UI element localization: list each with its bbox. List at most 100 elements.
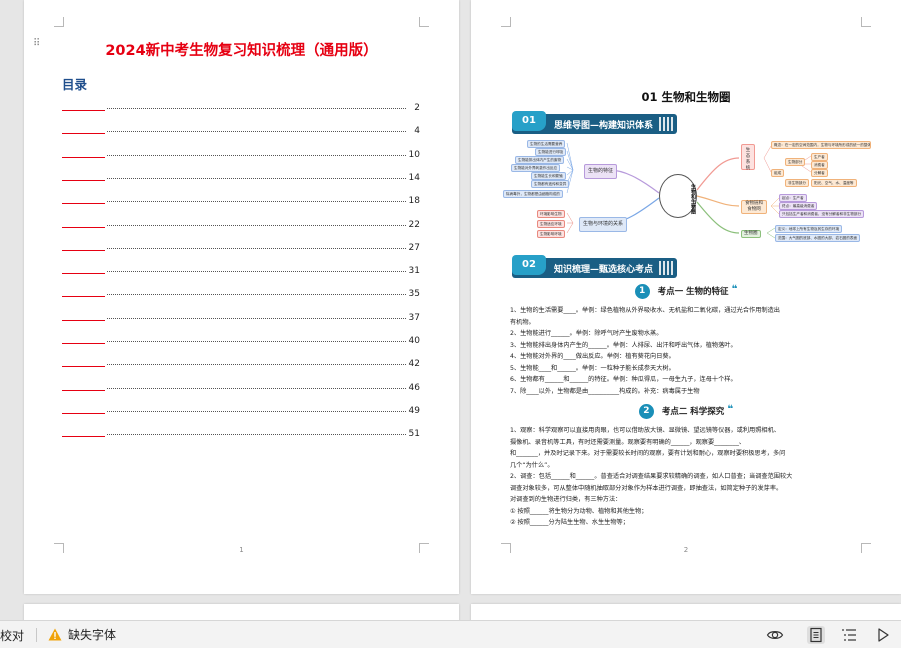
toc-entry[interactable]: 27: [62, 239, 420, 253]
body-text-line: 对调查到的生物进行归类，有三种方法：: [510, 496, 622, 503]
banner-stripes: [659, 117, 673, 131]
toc-entry[interactable]: 31: [62, 262, 420, 277]
document-page-1: ⠿ 2024新中考生物复习知识梳理（通用版） 目录 2 4 10 14 18 22 27 31…: [24, 0, 459, 594]
toc-entry-underline: [62, 366, 105, 368]
key-point-heading-2: 2 考点二 科学探究 ❝: [471, 404, 901, 419]
toc-leader-dots: [107, 387, 406, 389]
body-text-line: ① 按照______将生物分为动物、植物和其他生物；: [510, 507, 648, 515]
toc-entry-underline: [62, 319, 105, 321]
key-point-number: 1: [634, 284, 650, 299]
toc-entry[interactable]: 2: [62, 99, 420, 113]
toc-entry[interactable]: 40: [62, 332, 420, 346]
body-text-line: 6、生物都有______和______的特征。举例：种瓜得瓜，一母生九子，连母十…: [510, 376, 737, 383]
mind-map-node: 食物链和食物网: [741, 200, 767, 214]
mind-map-node: 只包括生产者和消费者，没有分解者和非生物部分: [779, 210, 865, 218]
mind-map-node: 分解者: [811, 169, 828, 177]
toc-page-number: 51: [408, 429, 420, 440]
toc-page-number: 35: [408, 289, 420, 300]
toc-entry[interactable]: 14: [62, 169, 420, 183]
toc-entry-underline: [62, 436, 105, 438]
body-text-line: 7、除____以外，生物都是由__________构成的。补充：病毒属于生物: [510, 387, 700, 395]
body-text-line: 和_______，并及时记录下来。对于需要较长时间的观察，要有计划和耐心，观察时…: [510, 450, 786, 457]
toc-leader-dots: [107, 108, 406, 109]
toc-entry[interactable]: 35: [62, 285, 420, 300]
crop-mark: [501, 17, 511, 27]
crop-mark: [54, 17, 64, 27]
mind-map-node: 生物的生活需要营养: [527, 140, 566, 148]
toc-leader-dots: [107, 271, 406, 273]
toc-entry[interactable]: 42: [62, 355, 420, 370]
body-text-line: 有机物。: [510, 318, 535, 326]
key-point-title: 考点二 科学探究: [661, 407, 725, 417]
mind-map-node: 生物能对外界刺激作出反应: [511, 164, 561, 172]
toc-entry[interactable]: 49: [62, 402, 420, 416]
toc-entry[interactable]: 22: [62, 216, 420, 230]
toc-page-number: 37: [408, 312, 420, 323]
toc-page-number: 14: [408, 172, 420, 183]
toc-entry[interactable]: 46: [62, 379, 420, 393]
toc-page-number: 4: [414, 126, 420, 137]
document-workspace[interactable]: ⠿ 2024新中考生物复习知识梳理（通用版） 目录 2 4 10 14 18 22 27 31…: [0, 0, 901, 620]
page-number: 1: [239, 546, 244, 554]
toc-entry[interactable]: 4: [62, 122, 420, 137]
toc-page-number: 22: [408, 219, 420, 230]
toc-leader-dots: [107, 177, 406, 179]
page-view-icon[interactable]: [807, 626, 825, 644]
toc-page-number: 31: [408, 266, 420, 277]
key-point-1-body: 1、生物的生活需要____。举例：绿色植物从外界吸收水、无机盐和二氧化碳，通过光…: [510, 305, 868, 397]
toc-entry[interactable]: 10: [62, 146, 420, 160]
banner-number: 02: [512, 255, 546, 275]
toc-page-number: 42: [408, 359, 420, 370]
mind-map-node: 定义：地球上所有生物及其生存的环境: [775, 225, 843, 233]
document-page-3: [24, 604, 459, 620]
toc-entry-underline: [62, 273, 105, 275]
key-point-2-body: 1、观察：科学观察可以直接用肉眼，也可以借助放大镜、显微镜、望远镜等仪器，或利用…: [510, 425, 868, 529]
toc-entry[interactable]: 18: [62, 192, 420, 207]
proofread-button[interactable]: 校对: [0, 627, 24, 644]
banner-stripes: [659, 261, 673, 275]
mind-map-node: 概念：在一定的空间范围内，生物与环境所形成的统一的整体: [771, 141, 871, 149]
toc-page-number: 49: [408, 405, 420, 416]
missing-font-button[interactable]: 缺失字体: [48, 626, 116, 643]
toc-entry[interactable]: 51: [62, 425, 420, 440]
banner-text: 知识梳理—甄选核心考点: [554, 265, 654, 275]
toc-leader-dots: [107, 341, 406, 342]
mind-map-node: 消费者: [811, 161, 828, 169]
mind-map-node: 除病毒外，生物都是由细胞构成的: [503, 190, 563, 198]
toc-leader-dots: [107, 294, 406, 296]
toc-entry-underline: [62, 249, 105, 251]
body-text-line: 5、生物能____和______。举例：一粒种子能长成参天大树。: [510, 364, 675, 372]
toc-entry-underline: [62, 110, 105, 111]
banner-text: 思维导图—构建知识体系: [554, 121, 654, 131]
eye-icon[interactable]: [766, 626, 784, 644]
toc-leader-dots: [107, 131, 406, 133]
toc-entry-underline: [62, 179, 105, 181]
mind-map-node: 生物圈: [741, 230, 761, 238]
missing-font-label: 缺失字体: [68, 628, 117, 642]
warning-icon: [48, 628, 62, 641]
crop-mark: [419, 17, 429, 27]
mind-map-node: 生物影响环境: [537, 230, 565, 238]
toc-entry[interactable]: 37: [62, 309, 420, 323]
toc-entry-underline: [62, 296, 105, 298]
body-text-line: 4、生物能对外界的____做出反应。举例：植有葵花向日葵。: [510, 353, 675, 360]
mind-map-node: 生物能排出体内产生的废物: [515, 156, 565, 164]
toc-leader-dots: [107, 247, 406, 249]
mind-map-node: 生物部分: [785, 158, 806, 166]
mind-map-node: 范围：大气圈的底部、水圈的大部、岩石圈的表面: [775, 234, 861, 242]
key-point-number: 2: [638, 404, 654, 419]
quote-mark-icon: ❝: [731, 284, 738, 295]
toc-page-number: 18: [408, 196, 420, 207]
mind-map-node: 生物的特征: [584, 164, 618, 179]
mind-map-node: 生物与环境的关系: [579, 217, 628, 232]
mind-map-node: 环境影响生物: [537, 210, 565, 218]
mind-map-center: 生物和生物圈: [659, 174, 697, 218]
outline-view-icon[interactable]: [840, 626, 858, 644]
toc-leader-dots: [107, 317, 406, 319]
body-text-line: 2、生物能进行______。举例：除呼气时产生废物水蒸。: [510, 330, 663, 337]
toc-leader-dots: [107, 410, 406, 412]
play-icon[interactable]: [874, 626, 892, 644]
status-divider: [36, 628, 37, 642]
key-point-heading-1: 1 考点一 生物的特征 ❝: [471, 284, 901, 299]
body-text-line: 几个“为什么”。: [510, 461, 554, 469]
